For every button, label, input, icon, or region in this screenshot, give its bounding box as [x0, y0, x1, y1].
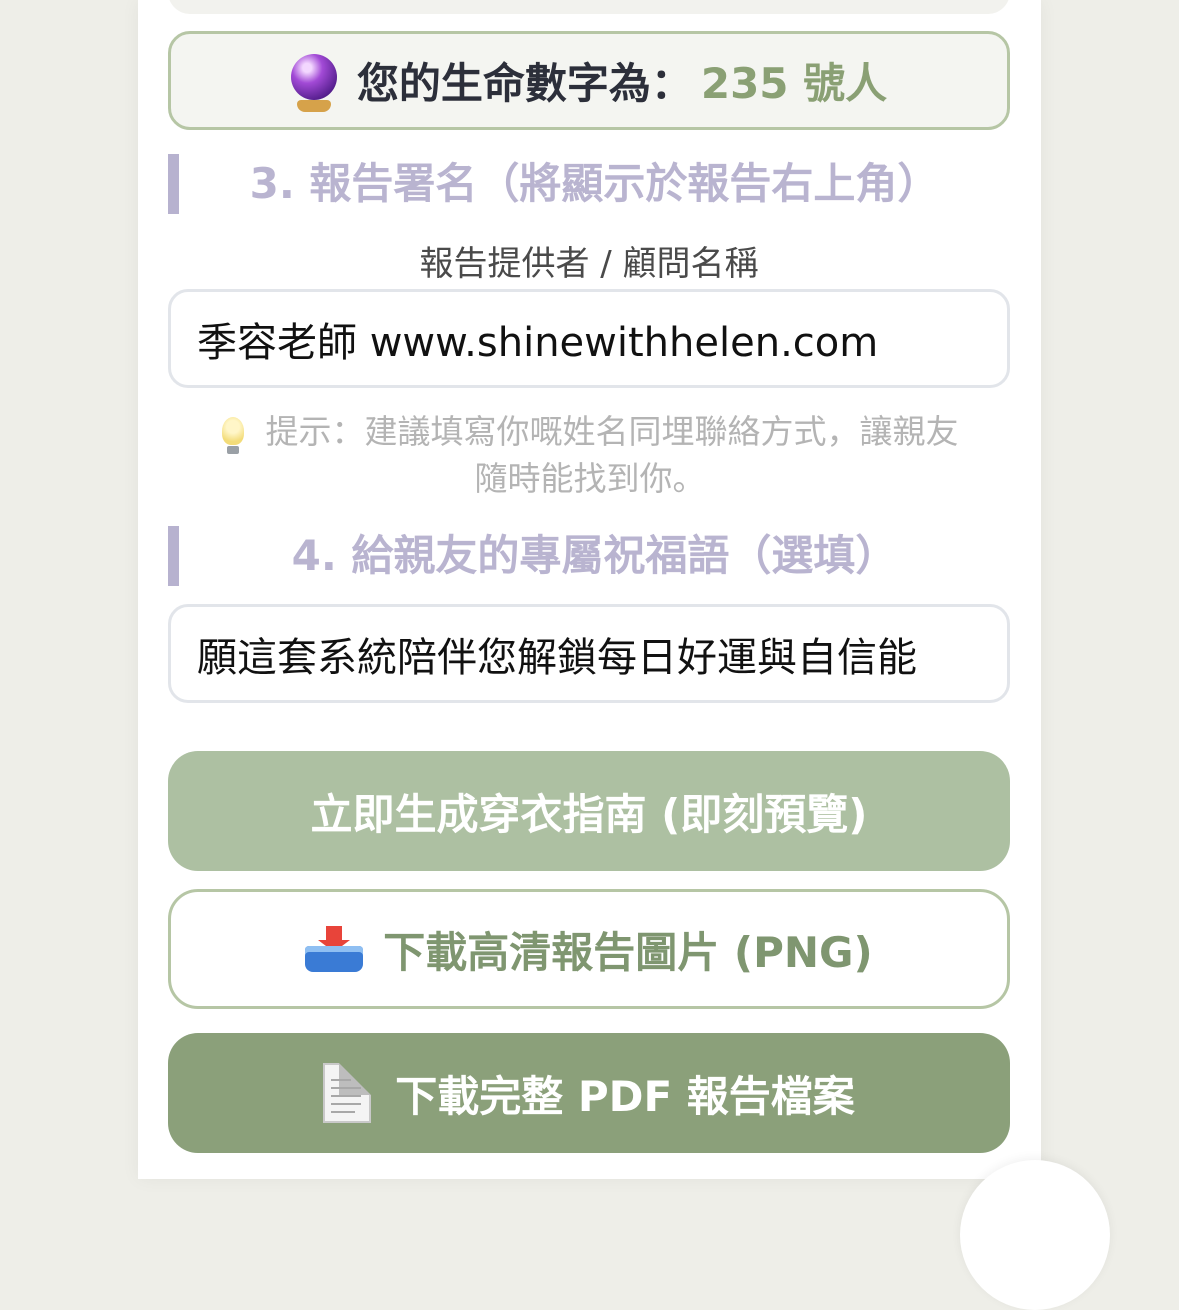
- download-png-label: 下載高清報告圖片 (PNG): [383, 927, 873, 977]
- section-heading-blessing: 4. 給親友的專屬祝福語（選填）: [168, 526, 1010, 586]
- previous-section-fragment: [168, 0, 1010, 14]
- provider-name-input[interactable]: [168, 289, 1010, 388]
- lightbulb-icon: [221, 417, 244, 454]
- signature-hint: 提示：建議填寫你嘅姓名同埋聯絡方式，讓親友 隨時能找到你。: [180, 408, 1000, 502]
- generate-guide-button[interactable]: 立即生成穿衣指南 (即刻預覽): [168, 751, 1010, 871]
- section-heading-signature: 3. 報告署名（將顯示於報告右上角）: [168, 154, 1010, 214]
- provider-name-label: 報告提供者 / 顧問名稱: [419, 244, 759, 284]
- download-png-button[interactable]: 下載高清報告圖片 (PNG): [168, 889, 1010, 1009]
- crystal-ball-icon: [290, 53, 337, 112]
- inbox-tray-icon: [305, 926, 364, 972]
- life-number-value: 235 號人: [700, 59, 888, 108]
- floating-action-button[interactable]: [960, 1160, 1110, 1310]
- blessing-message-input[interactable]: [168, 604, 1010, 703]
- page-document-icon: [323, 1063, 372, 1123]
- hint-text-line1: 提示：建議填寫你嘅姓名同埋聯絡方式，讓親友: [265, 412, 959, 451]
- life-number-prefix: 您的生命數字為：: [356, 59, 693, 108]
- download-pdf-button[interactable]: 下載完整 PDF 報告檔案: [168, 1033, 1010, 1153]
- hint-text-line2: 隨時能找到你。: [474, 459, 706, 498]
- generate-guide-label: 立即生成穿衣指南 (即刻預覽): [310, 789, 868, 839]
- download-pdf-label: 下載完整 PDF 報告檔案: [395, 1071, 855, 1121]
- life-number-banner: 您的生命數字為： 235 號人: [168, 31, 1010, 130]
